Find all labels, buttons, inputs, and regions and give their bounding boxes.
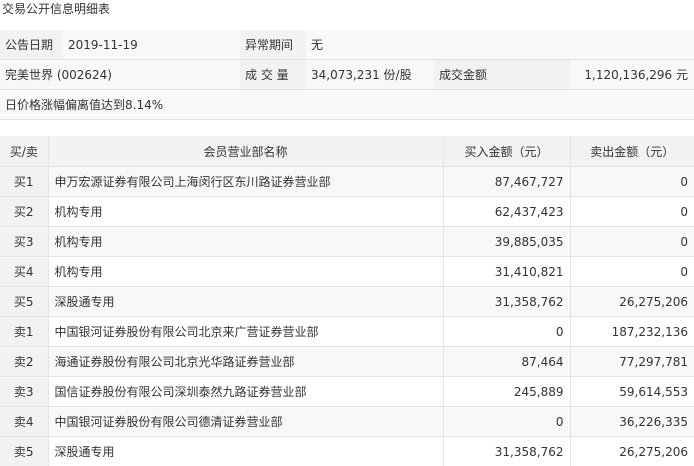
trade-table-body: 买1 申万宏源证券有限公司上海闵行区东川路证券营业部 87,467,727 0 买2 机… (0, 166, 694, 466)
row-buy-amount: 31,358,762 (443, 436, 571, 466)
row-sell-amount: 26,275,206 (570, 286, 694, 317)
row-side: 卖4 (0, 406, 49, 437)
row-sell-amount: 77,297,781 (570, 346, 694, 377)
col-header-sell: 卖出金额（元） (570, 136, 694, 167)
row-buy-amount: 87,464 (443, 346, 571, 377)
table-row: 卖3 国信证券股份有限公司深圳泰然九路证券营业部 245,889 59,614,553 (0, 376, 694, 407)
table-row: 买5 深股通专用 31,358,762 26,275,206 (0, 286, 694, 317)
row-sell-amount: 0 (570, 226, 694, 257)
announce-date-value: 2019-11-19 (63, 30, 240, 60)
reason-text: 日价格涨幅偏离值达到8.14% (0, 89, 694, 120)
row-sell-amount: 59,614,553 (570, 376, 694, 407)
table-row: 买3 机构专用 39,885,035 0 (0, 226, 694, 257)
row-broker-name: 深股通专用 (48, 436, 444, 466)
row-broker-name: 国信证券股份有限公司深圳泰然九路证券营业部 (48, 376, 444, 407)
row-side: 卖1 (0, 316, 49, 347)
table-row: 买1 申万宏源证券有限公司上海闵行区东川路证券营业部 87,467,727 0 (0, 166, 694, 197)
trade-table-header: 买/卖 会员营业部名称 买入金额（元） 卖出金额（元） (0, 136, 694, 167)
info-row-stock: 完美世界 (002624) 成 交 量 34,073,231 份/股 成交金额 … (0, 59, 694, 90)
row-buy-amount: 0 (443, 316, 571, 347)
row-broker-name: 深股通专用 (48, 286, 444, 317)
table-row: 卖2 海通证券股份有限公司北京光华路证券营业部 87,464 77,297,781 (0, 346, 694, 377)
row-sell-amount: 0 (570, 256, 694, 287)
row-side: 买2 (0, 196, 49, 227)
table-row: 卖5 深股通专用 31,358,762 26,275,206 (0, 436, 694, 466)
row-buy-amount: 0 (443, 406, 571, 437)
info-table: 公告日期 2019-11-19 异常期间 无 完美世界 (002624) 成 交… (0, 30, 694, 120)
stock-name: 完美世界 (002624) (0, 59, 240, 90)
row-sell-amount: 26,275,206 (570, 436, 694, 466)
anomaly-period-value: 无 (306, 30, 694, 60)
row-broker-name: 海通证券股份有限公司北京光华路证券营业部 (48, 346, 444, 377)
row-buy-amount: 245,889 (443, 376, 571, 407)
row-broker-name: 机构专用 (48, 196, 444, 227)
amount-value: 1,120,136,296 元 (570, 59, 694, 90)
row-sell-amount: 187,232,136 (570, 316, 694, 347)
amount-label: 成交金额 (434, 59, 570, 90)
row-broker-name: 机构专用 (48, 256, 444, 287)
col-header-side: 买/卖 (0, 136, 49, 167)
row-side: 卖3 (0, 376, 49, 407)
page-title: 交易公开信息明细表 (2, 2, 111, 16)
row-broker-name: 机构专用 (48, 226, 444, 257)
table-row: 卖4 中国银河证券股份有限公司德清证券营业部 0 36,226,335 (0, 406, 694, 437)
row-side: 卖5 (0, 436, 49, 466)
table-row: 卖1 中国银河证券股份有限公司北京来广营证券营业部 0 187,232,136 (0, 316, 694, 347)
info-row-reason: 日价格涨幅偏离值达到8.14% (0, 89, 694, 120)
row-side: 买5 (0, 286, 49, 317)
row-broker-name: 中国银河证券股份有限公司德清证券营业部 (48, 406, 444, 437)
row-side: 买3 (0, 226, 49, 257)
row-side: 买1 (0, 166, 49, 197)
volume-value: 34,073,231 份/股 (306, 59, 434, 90)
row-sell-amount: 0 (570, 166, 694, 197)
announce-date-label: 公告日期 (0, 30, 63, 60)
row-buy-amount: 87,467,727 (443, 166, 571, 197)
row-broker-name: 中国银河证券股份有限公司北京来广营证券营业部 (48, 316, 444, 347)
table-row: 买2 机构专用 62,437,423 0 (0, 196, 694, 227)
row-sell-amount: 0 (570, 196, 694, 227)
col-header-name: 会员营业部名称 (48, 136, 444, 167)
volume-label: 成 交 量 (240, 59, 306, 90)
row-broker-name: 申万宏源证券有限公司上海闵行区东川路证券营业部 (48, 166, 444, 197)
trade-disclosure-page: 交易公开信息明细表 公告日期 2019-11-19 异常期间 无 完美世界 (0… (0, 0, 694, 466)
row-buy-amount: 39,885,035 (443, 226, 571, 257)
row-side: 买4 (0, 256, 49, 287)
col-header-buy: 买入金额（元） (443, 136, 571, 167)
row-buy-amount: 31,358,762 (443, 286, 571, 317)
row-buy-amount: 62,437,423 (443, 196, 571, 227)
row-sell-amount: 36,226,335 (570, 406, 694, 437)
row-buy-amount: 31,410,821 (443, 256, 571, 287)
row-side: 卖2 (0, 346, 49, 377)
anomaly-period-label: 异常期间 (240, 30, 306, 60)
info-row-date: 公告日期 2019-11-19 异常期间 无 (0, 30, 694, 60)
table-row: 买4 机构专用 31,410,821 0 (0, 256, 694, 287)
trade-table: 买/卖 会员营业部名称 买入金额（元） 卖出金额（元） 买1 申万宏源证券有限公司… (0, 136, 694, 466)
